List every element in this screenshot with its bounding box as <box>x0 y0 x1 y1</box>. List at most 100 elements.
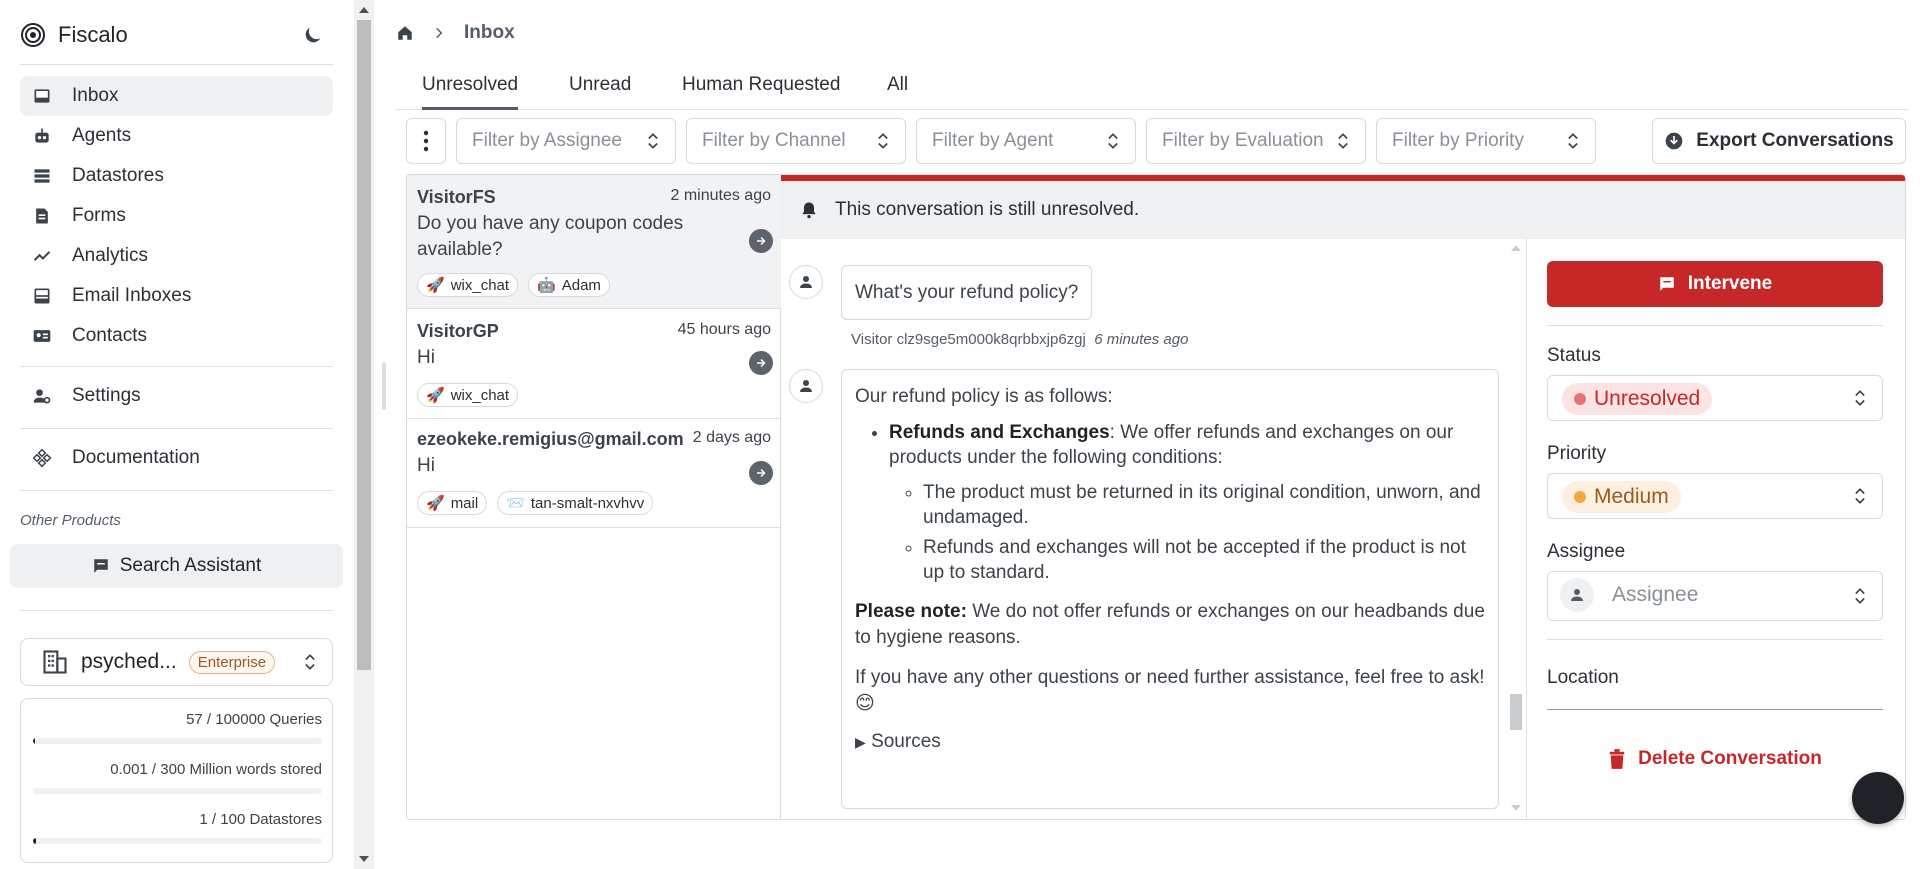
user-icon <box>800 276 812 288</box>
usage-text: 0.001 / 300 Million words stored <box>110 761 322 778</box>
open-conversation-icon[interactable] <box>749 229 773 253</box>
caret-right-icon: ▶ <box>855 734 866 750</box>
robot-icon: 🤖 <box>537 277 556 294</box>
more-options-button[interactable] <box>406 118 446 164</box>
answer-note: Please note: We do not offer refunds or … <box>855 601 1485 648</box>
chevron-up-down-icon <box>1855 588 1865 604</box>
logo-icon <box>21 23 45 47</box>
export-label: Export Conversations <box>1696 130 1894 151</box>
assignee-select[interactable]: Assignee <box>1547 571 1883 621</box>
conversation-name: VisitorGP <box>417 321 499 341</box>
tab-unread[interactable]: Unread <box>569 74 631 110</box>
thread-scrollbar[interactable] <box>1507 239 1525 819</box>
status-badge: Unresolved <box>1562 383 1713 415</box>
scrollbar-thumb[interactable] <box>1510 694 1522 730</box>
usage-text: 1 / 100 Datastores <box>199 811 322 828</box>
answer-sublist: The product must be returned in its orig… <box>889 480 1485 585</box>
priority-badge: Medium <box>1562 481 1681 513</box>
vertical-dots-icon <box>423 130 429 152</box>
scroll-down-arrow[interactable] <box>359 856 369 862</box>
user-icon <box>1571 589 1583 601</box>
open-conversation-icon[interactable] <box>749 351 773 375</box>
sidebar-item-datastores[interactable]: Datastores <box>20 156 333 196</box>
sidebar-item-agents[interactable]: Agents <box>20 116 333 156</box>
conversation-tags: 🚀 mail 📨 tan-smalt-nxvhvv <box>417 491 654 515</box>
sidebar-item-analytics[interactable]: Analytics <box>20 236 333 276</box>
scroll-down-arrow[interactable] <box>1511 805 1521 811</box>
envelope-icon: 📨 <box>506 495 525 512</box>
conversation-item[interactable]: VisitorFS 2 minutes ago Do you have any … <box>407 175 781 309</box>
scrollbar-thumb[interactable] <box>357 20 371 670</box>
message-time: 6 minutes ago <box>1094 331 1189 348</box>
agent-avatar <box>789 369 823 403</box>
theme-toggle-button[interactable] <box>300 22 326 48</box>
usage-progress-bar <box>33 838 322 844</box>
open-conversation-icon[interactable] <box>749 461 773 485</box>
conversation-item[interactable]: ezeokeke.remigius@gmail.com 2 days ago H… <box>407 419 781 528</box>
filter-placeholder: Filter by Priority <box>1392 130 1524 151</box>
brand[interactable]: Fiscalo <box>20 20 128 50</box>
usage-progress-fill <box>33 838 36 844</box>
sidebar-item-settings[interactable]: Settings <box>20 376 333 416</box>
export-conversations-button[interactable]: Export Conversations <box>1652 118 1906 164</box>
bell-icon <box>802 202 816 219</box>
filter-channel-select[interactable]: Filter by Channel <box>686 118 906 164</box>
chat-widget-button[interactable] <box>1852 772 1904 824</box>
conversation-time: 2 days ago <box>692 429 771 446</box>
scroll-up-arrow[interactable] <box>1511 245 1521 251</box>
filter-assignee-select[interactable]: Filter by Assignee <box>456 118 676 164</box>
sidebar-scrollbar[interactable] <box>354 0 374 869</box>
chevron-right-icon <box>436 27 443 39</box>
usage-text: 57 / 100000 Queries <box>186 711 322 728</box>
sidebar-resize-handle[interactable] <box>382 362 386 410</box>
answer-sublist-item: The product must be returned in its orig… <box>923 480 1485 530</box>
rocket-icon: 🚀 <box>426 277 445 294</box>
intervene-button[interactable]: Intervene <box>1547 261 1883 307</box>
sidebar-item-label: Contacts <box>72 325 147 346</box>
divider <box>1547 709 1883 710</box>
agent-chip: 🤖 Adam <box>528 273 610 297</box>
sources-toggle[interactable]: ▶ Sources <box>855 729 1485 755</box>
home-icon[interactable] <box>396 24 414 42</box>
status-select[interactable]: Unresolved <box>1547 375 1883 421</box>
conversation-name: ezeokeke.remigius@gmail.com <box>417 429 684 449</box>
organization-name: psyched... <box>81 650 177 673</box>
sidebar-item-label: Datastores <box>72 165 164 186</box>
location-label: Location <box>1547 667 1619 688</box>
sidebar-item-email-inboxes[interactable]: Email Inboxes <box>20 276 333 316</box>
assignee-label: Assignee <box>1547 541 1626 562</box>
datastore-icon <box>34 169 50 183</box>
sidebar-item-label: Agents <box>72 125 132 146</box>
chevron-up-down-icon <box>1568 133 1578 149</box>
conversation-item[interactable]: VisitorGP 45 hours ago Hi 🚀 wix_chat <box>407 309 781 419</box>
conversation-tags: 🚀 wix_chat 🤖 Adam <box>417 273 610 297</box>
conversation-tags: 🚀 wix_chat <box>417 383 519 407</box>
organization-select[interactable]: psyched... Enterprise <box>20 638 333 686</box>
tab-all[interactable]: All <box>887 74 908 110</box>
search-assistant-button[interactable]: Search Assistant <box>10 544 343 588</box>
delete-conversation-button[interactable]: Delete Conversation <box>1547 739 1883 779</box>
sidebar-item-documentation[interactable]: Documentation <box>20 438 333 478</box>
unresolved-banner-text: This conversation is still unresolved. <box>835 199 1140 220</box>
sidebar-item-label: Settings <box>72 385 141 406</box>
filter-evaluation-select[interactable]: Filter by Evaluation <box>1146 118 1366 164</box>
answer-intro: Our refund policy is as follows: <box>855 386 1113 407</box>
tab-bar: Unresolved Unread Human Requested All <box>396 66 1908 110</box>
form-icon <box>36 208 48 224</box>
scroll-up-arrow[interactable] <box>359 7 369 13</box>
divider <box>20 428 333 429</box>
delete-label: Delete Conversation <box>1638 748 1822 769</box>
smile-emoji: 😊 <box>855 693 875 714</box>
priority-select[interactable]: Medium <box>1547 473 1883 519</box>
conversation-preview: Hi <box>417 347 435 368</box>
user-settings-icon <box>33 389 51 404</box>
tab-human-requested[interactable]: Human Requested <box>682 74 840 110</box>
filter-priority-select[interactable]: Filter by Priority <box>1376 118 1596 164</box>
sidebar-item-inbox[interactable]: Inbox <box>20 76 333 116</box>
sidebar-item-forms[interactable]: Forms <box>20 196 333 236</box>
tab-unresolved[interactable]: Unresolved <box>422 74 519 110</box>
filter-agent-select[interactable]: Filter by Agent <box>916 118 1136 164</box>
sidebar-item-contacts[interactable]: Contacts <box>20 316 333 356</box>
answer-list-item: Refunds and Exchanges: We offer refunds … <box>889 420 1485 585</box>
building-icon <box>43 650 67 674</box>
